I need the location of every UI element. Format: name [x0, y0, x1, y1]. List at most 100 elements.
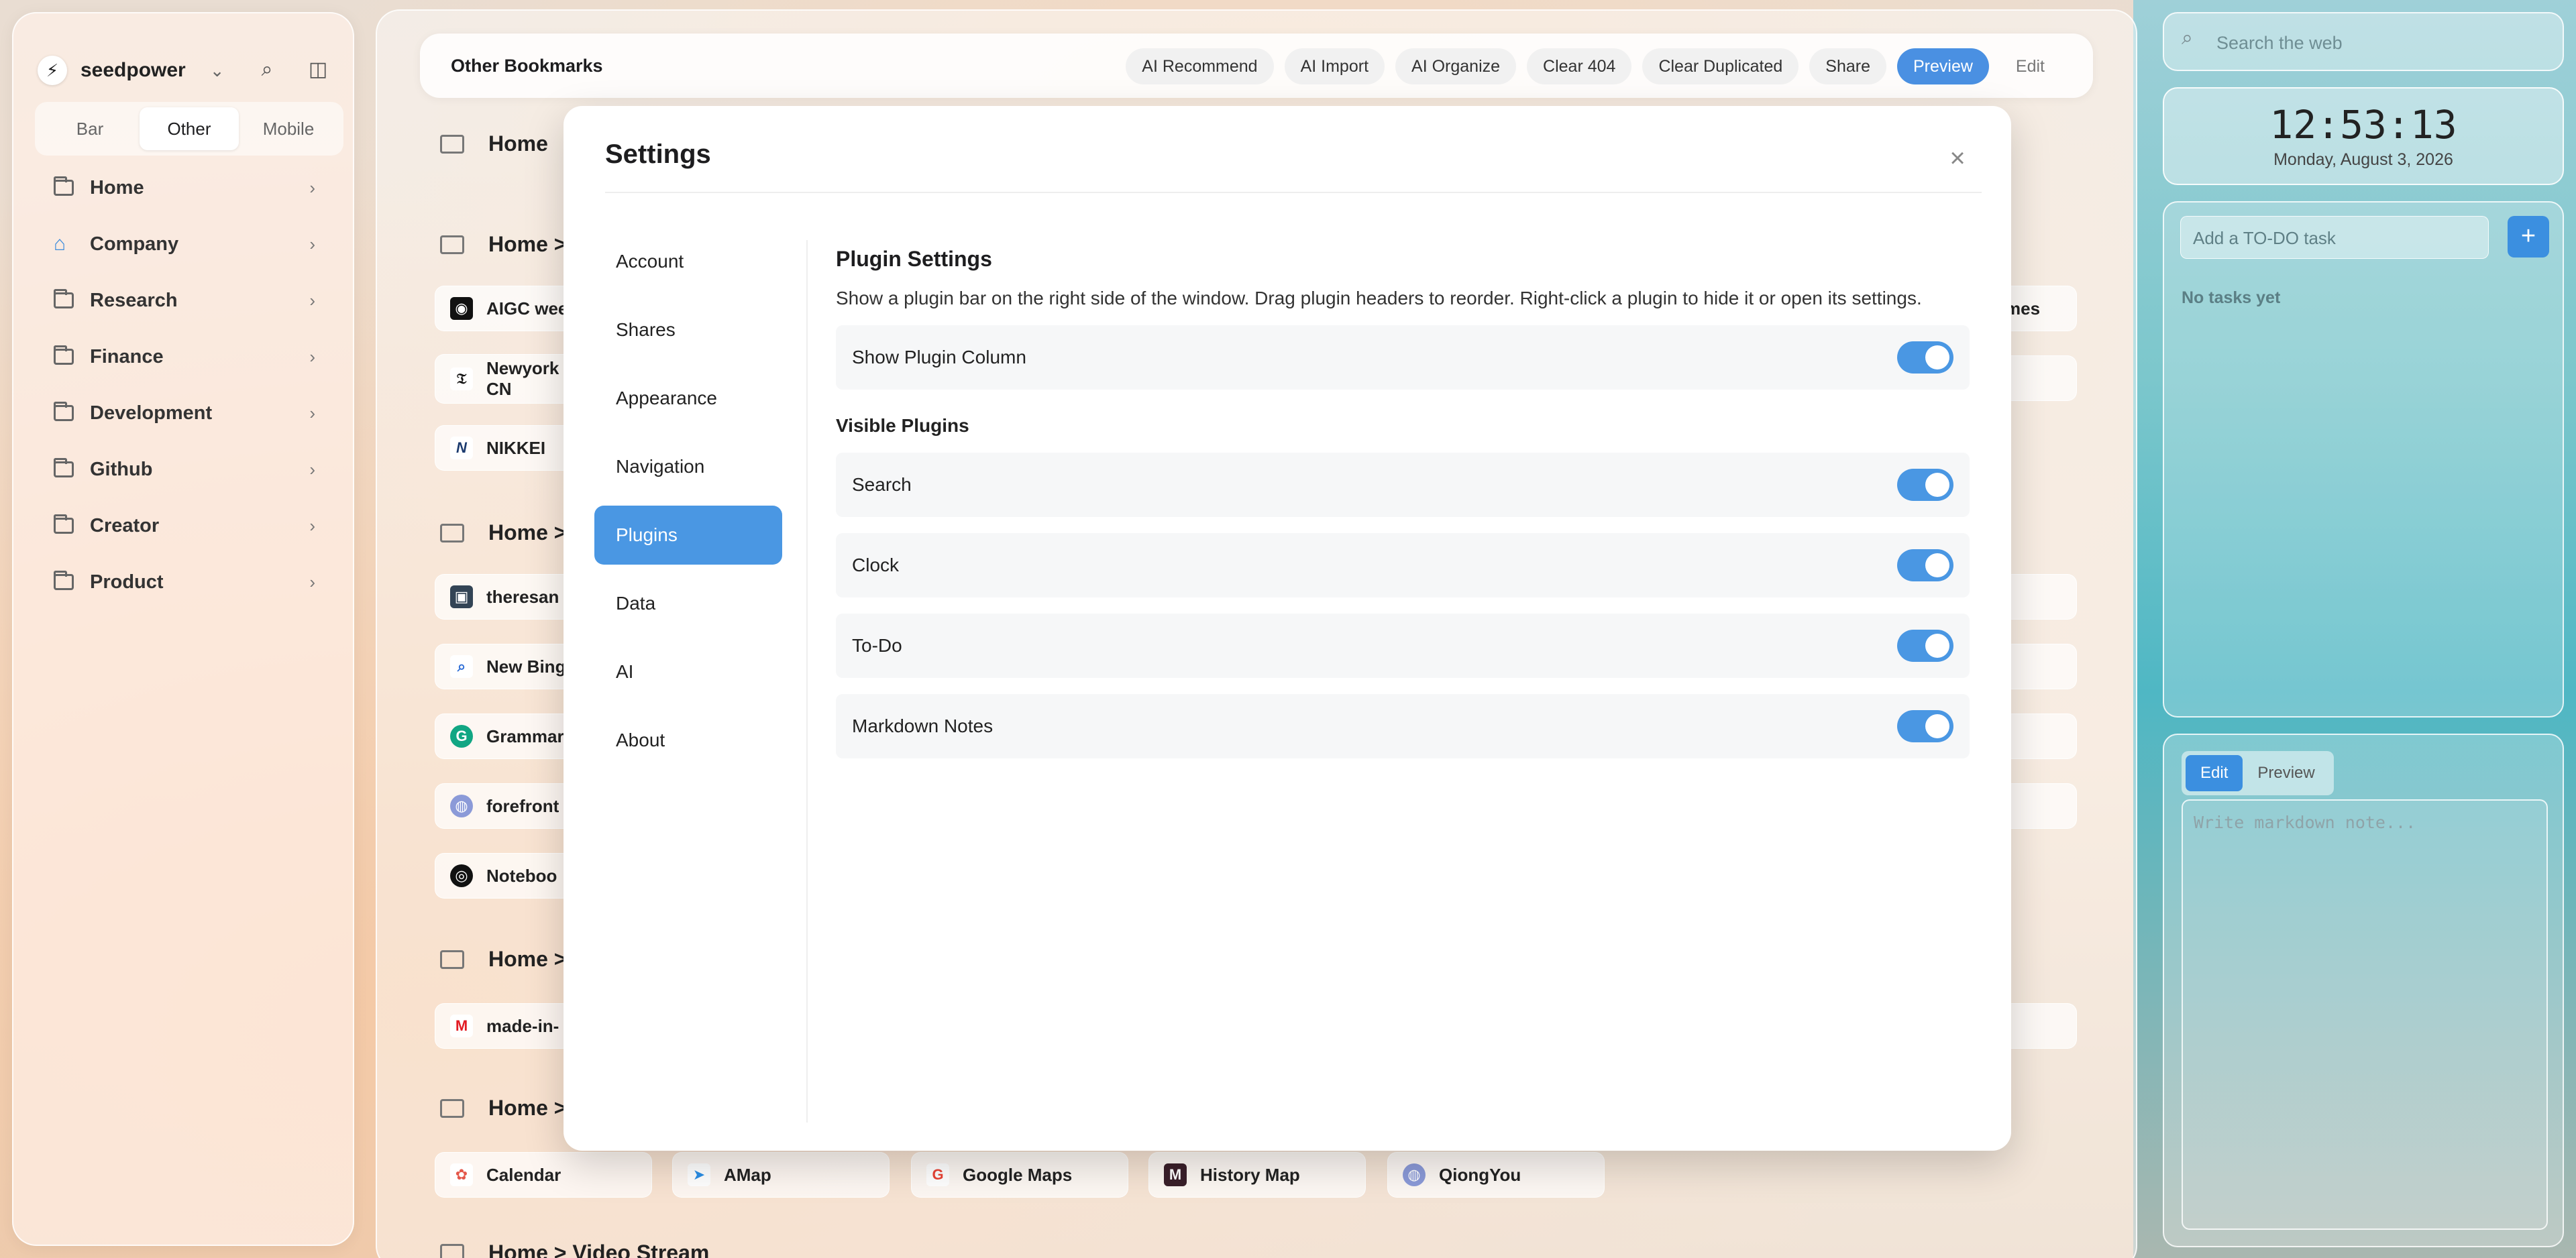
visible-plugins-heading: Visible Plugins — [836, 415, 969, 436]
show-plugin-column-toggle[interactable] — [1897, 341, 1953, 374]
tab-preview[interactable]: Preview — [2243, 755, 2329, 791]
setting-label: Clock — [852, 555, 900, 575]
settings-nav: Account Shares Appearance Navigation Plu… — [594, 232, 782, 779]
bookmark-card[interactable]: ✿ Calendar — [435, 1152, 652, 1198]
settings-nav-about[interactable]: About — [594, 711, 782, 770]
settings-nav-shares[interactable]: Shares — [594, 300, 782, 359]
calendar-icon: ✿ — [450, 1163, 473, 1186]
clock-time: 12:53:13 — [2269, 102, 2457, 148]
bookmark-card[interactable]: ◍ QiongYou — [1387, 1152, 1605, 1198]
setting-label: Markdown Notes — [852, 716, 994, 736]
nyt-icon: 𝔗 — [450, 367, 473, 390]
setting-row: To-Do — [836, 614, 1970, 678]
bookmark-label: QiongYou — [1439, 1164, 1521, 1185]
theresan-icon: ▣ — [450, 585, 473, 608]
todo-input[interactable]: Add a TO-DO task — [2180, 216, 2489, 259]
settings-modal: Settings × Account Shares Appearance Nav… — [564, 106, 2011, 1151]
search-icon: ⌕ — [2182, 27, 2193, 49]
clock-plugin: 12:53:13 Monday, August 3, 2026 — [2163, 87, 2564, 185]
setting-row: Show Plugin Column — [836, 325, 1970, 390]
amap-icon: ➤ — [688, 1163, 710, 1186]
bing-search-icon: ⌕ — [450, 655, 473, 678]
note-tabs: Edit Preview — [2182, 751, 2334, 795]
tab-edit[interactable]: Edit — [2186, 755, 2243, 791]
setting-row: Markdown Notes — [836, 694, 1970, 758]
section-header[interactable]: Home > — [440, 232, 566, 257]
todo-plugin-toggle[interactable] — [1897, 630, 1953, 662]
clock-plugin-toggle[interactable] — [1897, 549, 1953, 581]
section-title: Home > — [488, 1096, 567, 1120]
section-title: Home > — [488, 520, 567, 545]
edit-button[interactable]: Edit — [2000, 48, 2061, 84]
clear-404-button[interactable]: Clear 404 — [1527, 48, 1632, 84]
history-map-icon: M — [1164, 1163, 1187, 1186]
markdown-notes-plugin: Edit Preview Write markdown note... — [2163, 734, 2564, 1247]
bookmark-label: Newyork CN — [486, 358, 559, 399]
globe-icon: ◍ — [1403, 1163, 1426, 1186]
divider — [806, 240, 808, 1123]
search-input[interactable]: Search the web — [2216, 13, 2343, 72]
section-description: Show a plugin bar on the right side of t… — [836, 288, 1922, 308]
bookmark-card[interactable]: M History Map — [1148, 1152, 1366, 1198]
ai-organize-button[interactable]: AI Organize — [1395, 48, 1517, 84]
bookmark-label: AMap — [724, 1164, 771, 1185]
bookmark-label: NIKKEI — [486, 437, 546, 458]
section-header[interactable]: Home > — [440, 947, 566, 972]
folder-icon — [440, 950, 464, 969]
search-plugin-toggle[interactable] — [1897, 469, 1953, 501]
bookmark-label: Google Maps — [963, 1164, 1073, 1185]
ai-import-button[interactable]: AI Import — [1284, 48, 1385, 84]
settings-nav-data[interactable]: Data — [594, 574, 782, 633]
markdown-note-textarea[interactable]: Write markdown note... — [2182, 799, 2548, 1230]
add-todo-button[interactable]: + — [2508, 216, 2549, 258]
section-title: Home > Video Stream — [488, 1241, 710, 1258]
settings-nav-navigation[interactable]: Navigation — [594, 437, 782, 496]
setting-label: Search — [852, 474, 912, 495]
bookmark-label: New Bing — [486, 656, 566, 677]
bookmark-label: Noteboo — [486, 865, 557, 886]
globe-icon: ◍ — [450, 795, 473, 817]
clock-date: Monday, August 3, 2026 — [2273, 150, 2453, 169]
setting-row: Clock — [836, 533, 1970, 597]
toolbar-title[interactable]: Other Bookmarks — [451, 34, 603, 98]
nikkei-icon: N — [450, 437, 473, 459]
todo-plugin: Add a TO-DO task + No tasks yet — [2163, 201, 2564, 718]
plugin-settings-panel: Plugin Settings Show a plugin bar on the… — [836, 247, 1970, 758]
folder-icon — [440, 523, 464, 542]
web-search-plugin[interactable]: ⌕ Search the web — [2163, 12, 2564, 71]
bookmark-label: AIGC wee — [486, 298, 568, 319]
modal-title: Settings — [605, 139, 711, 169]
section-header[interactable]: Home > — [440, 1096, 566, 1121]
bookmark-card[interactable]: ➤ AMap — [672, 1152, 890, 1198]
aigc-icon: ◉ — [450, 297, 473, 320]
section-header[interactable]: Home > Video Stream — [440, 1241, 709, 1258]
settings-nav-plugins[interactable]: Plugins — [594, 506, 782, 565]
google-icon: G — [926, 1163, 949, 1186]
made-in-icon: M — [450, 1015, 473, 1037]
ai-recommend-button[interactable]: AI Recommend — [1126, 48, 1274, 84]
settings-nav-account[interactable]: Account — [594, 232, 782, 291]
section-header[interactable]: Home — [440, 131, 548, 156]
preview-button[interactable]: Preview — [1896, 48, 1989, 84]
clear-duplicated-button[interactable]: Clear Duplicated — [1642, 48, 1799, 84]
bookmark-card[interactable]: G Google Maps — [911, 1152, 1128, 1198]
section-heading: Plugin Settings — [836, 247, 992, 271]
folder-icon — [440, 1243, 464, 1258]
markdown-notes-plugin-toggle[interactable] — [1897, 710, 1953, 742]
divider — [605, 192, 1982, 193]
bookmark-label: History Map — [1200, 1164, 1300, 1185]
folder-icon — [440, 1098, 464, 1118]
setting-row: Search — [836, 453, 1970, 517]
section-title: Home > — [488, 232, 567, 256]
toolbar: Other Bookmarks AI Recommend AI Import A… — [420, 34, 2093, 98]
folder-icon — [440, 134, 464, 154]
settings-nav-ai[interactable]: AI — [594, 642, 782, 701]
section-header[interactable]: Home > — [440, 520, 566, 545]
bookmark-label: made-in- — [486, 1015, 559, 1036]
settings-nav-appearance[interactable]: Appearance — [594, 369, 782, 428]
close-icon[interactable]: × — [1944, 145, 1971, 172]
share-button[interactable]: Share — [1809, 48, 1886, 84]
section-title: Home — [488, 131, 548, 156]
section-title: Home > — [488, 947, 567, 971]
setting-label: To-Do — [852, 635, 902, 656]
